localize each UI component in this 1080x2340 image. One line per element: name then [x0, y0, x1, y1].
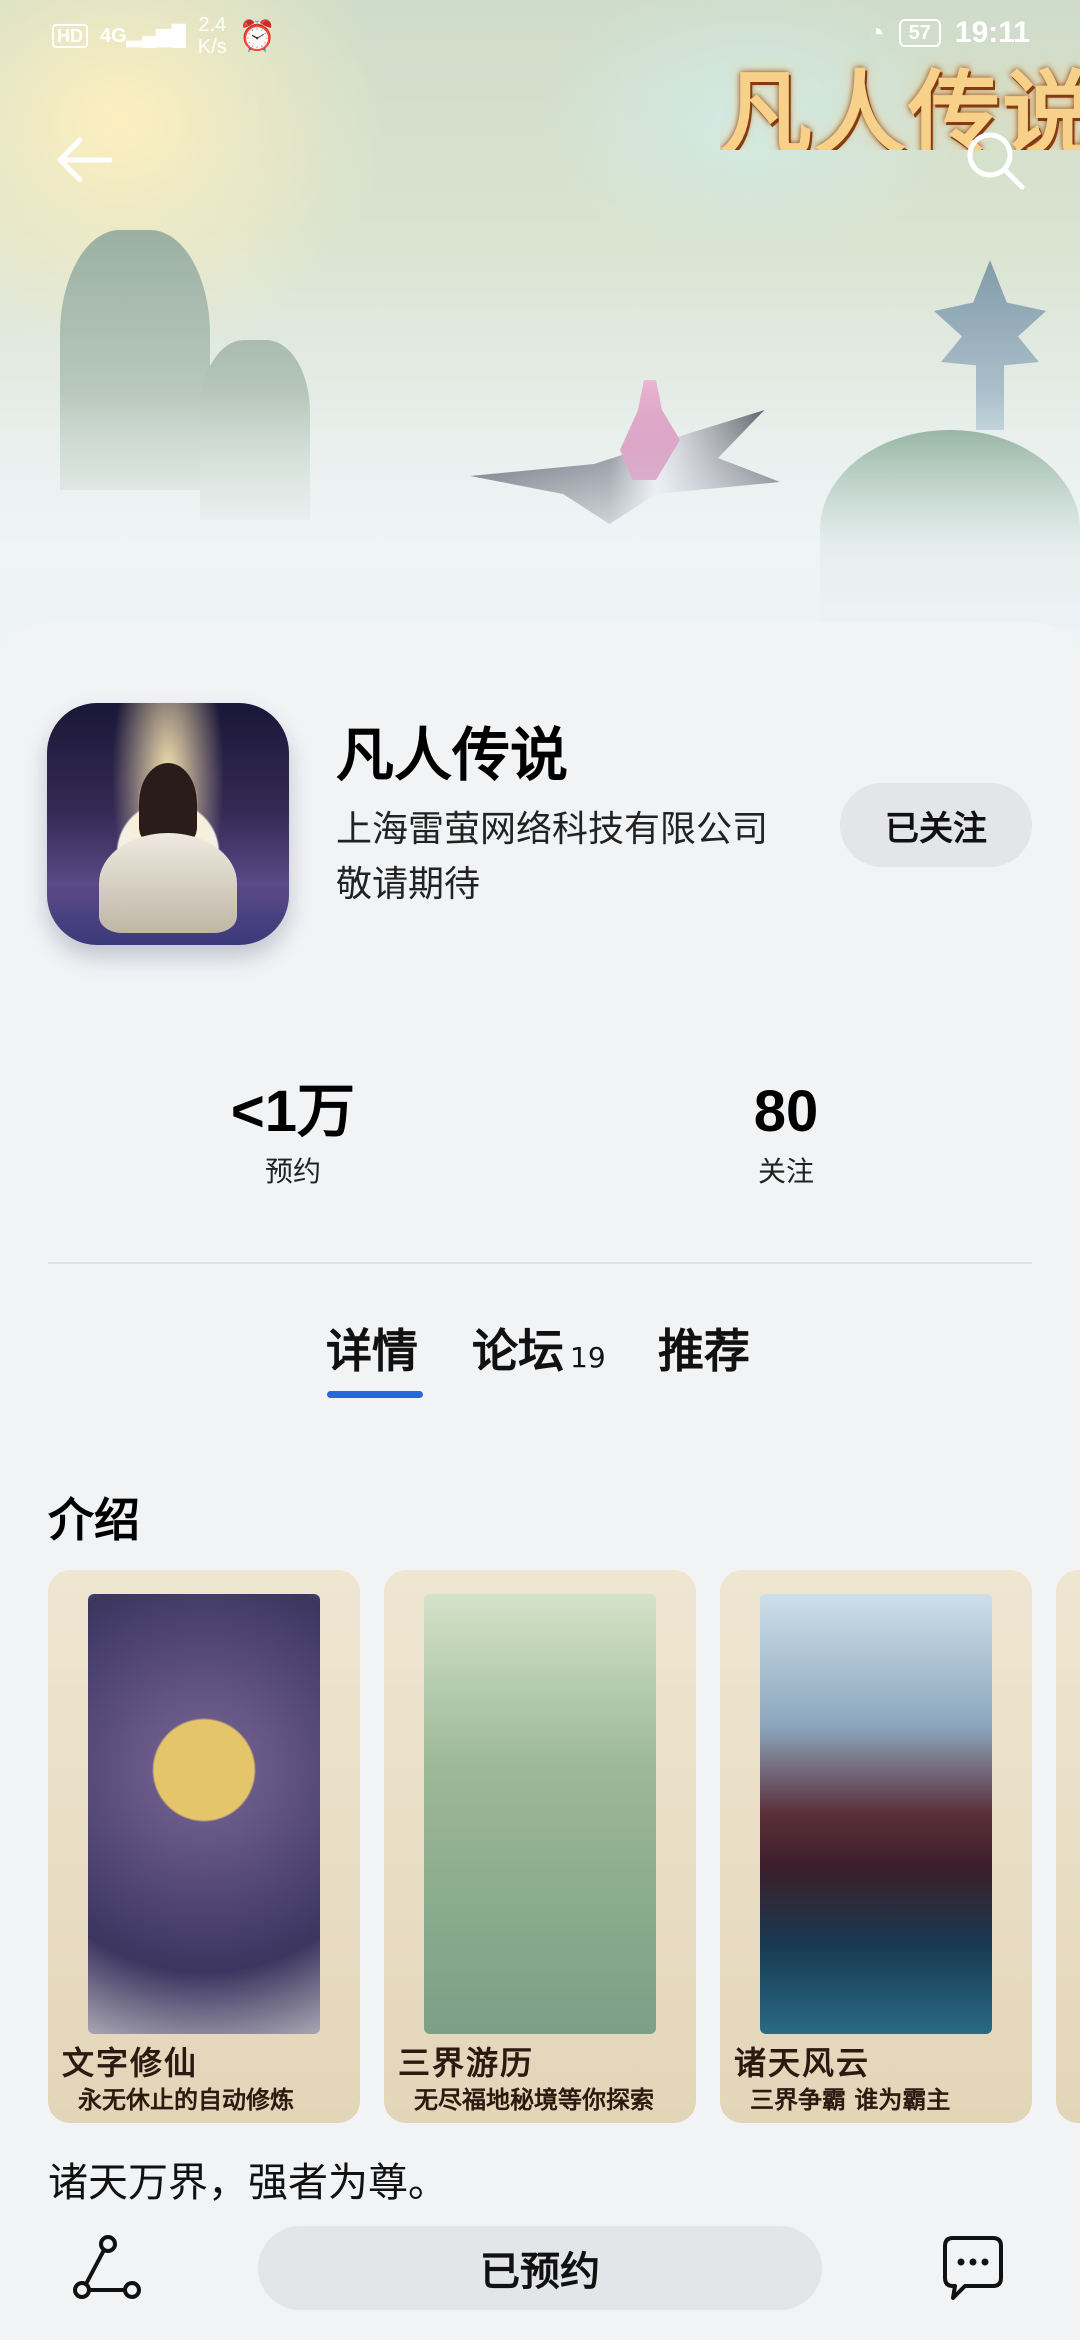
screenshot-carousel[interactable]: 文字修仙 永无休止的自动修炼 三界游历 无尽福地秘境等你探索 诸天风云 三界争霸… [48, 1570, 1080, 2123]
tab-bar: 详情 论坛 19 推荐 [0, 1316, 1080, 1406]
release-status: 敬请期待 [336, 864, 481, 905]
screenshot[interactable]: 文字修仙 永无休止的自动修炼 [48, 1570, 360, 2123]
screenshot-caption: 三界游历 [398, 2044, 535, 2082]
reserve-button[interactable]: 已预约 [258, 2226, 822, 2310]
tab-badge: 19 [570, 1341, 606, 1374]
share-button[interactable] [70, 2230, 146, 2306]
followers-stat: 80 关注 [686, 1078, 886, 1190]
screenshot-caption: 文字修仙 [62, 2044, 199, 2082]
comment-button[interactable] [935, 2230, 1011, 2306]
intro-title: 介绍 [48, 1493, 140, 1547]
app-icon [47, 703, 289, 945]
signal-label: 4G [100, 25, 127, 47]
screenshot-art [760, 1594, 992, 2034]
back-button[interactable] [50, 125, 120, 195]
hd-badge: HD [52, 24, 88, 48]
screenshot[interactable]: 三界游历 无尽福地秘境等你探索 [384, 1570, 696, 2123]
share-icon [73, 2235, 141, 2299]
tab-forum[interactable]: 论坛 19 [472, 1316, 606, 1396]
developer-name[interactable]: 上海雷萤网络科技有限公司 [336, 800, 768, 852]
search-button[interactable] [960, 125, 1030, 195]
stat-value: 80 [753, 1079, 819, 1144]
screenshot-art [424, 1594, 656, 2034]
tab-indicator [327, 1391, 423, 1398]
screenshot-subcaption: 三界争霸 谁为霸主 [750, 2085, 951, 2114]
tab-detail[interactable]: 详情 [326, 1316, 418, 1396]
screenshot-subcaption: 永无休止的自动修炼 [78, 2085, 294, 2114]
clock: 19:11 [954, 16, 1030, 49]
tab-recommend[interactable]: 推荐 [658, 1316, 750, 1396]
screenshot-subcaption: 无尽福地秘境等你探索 [414, 2085, 654, 2114]
hero-banner: 凡人传说 [0, 0, 1080, 650]
follow-button[interactable]: 已关注 [840, 783, 1032, 867]
screenshot-caption: 诸天风云 [734, 2044, 871, 2082]
intro-description: 诸天万界，强者为尊。 [48, 2160, 448, 2206]
app-name: 凡人传说 [336, 721, 569, 789]
net-speed: 2.4 K/s [197, 14, 227, 58]
status-bar: HD 4G▂▄▆█ 2.4 K/s ⏰ ◔ 57 19:11 [0, 0, 1080, 76]
app-icon-art [99, 833, 237, 933]
reservations-stat: <1万 预约 [193, 1078, 393, 1190]
back-arrow-icon [57, 137, 113, 183]
search-icon [967, 132, 1025, 190]
tab-label: 推荐 [658, 1324, 750, 1378]
alarm-icon: ⏰ [238, 19, 277, 53]
divider [48, 1262, 1032, 1264]
tab-label: 论坛 [472, 1324, 564, 1378]
screenshot[interactable]: 诸天风云 三界争霸 谁为霸主 [720, 1570, 1032, 2123]
screenshot-art [88, 1594, 320, 2034]
app-icon-art [139, 763, 197, 843]
comment-icon [943, 2236, 1003, 2300]
battery-icon: 57 [898, 19, 941, 47]
screenshot[interactable] [1056, 1570, 1080, 2123]
stat-label: 关注 [757, 1155, 814, 1188]
stat-label: 预约 [264, 1155, 321, 1188]
speed-gauge-icon: ◔ [867, 17, 885, 48]
tab-label: 详情 [326, 1324, 418, 1378]
signal-icon: 4G▂▄▆█ [100, 25, 186, 47]
mist-overlay [0, 390, 1080, 650]
stat-value: <1万 [230, 1079, 356, 1144]
